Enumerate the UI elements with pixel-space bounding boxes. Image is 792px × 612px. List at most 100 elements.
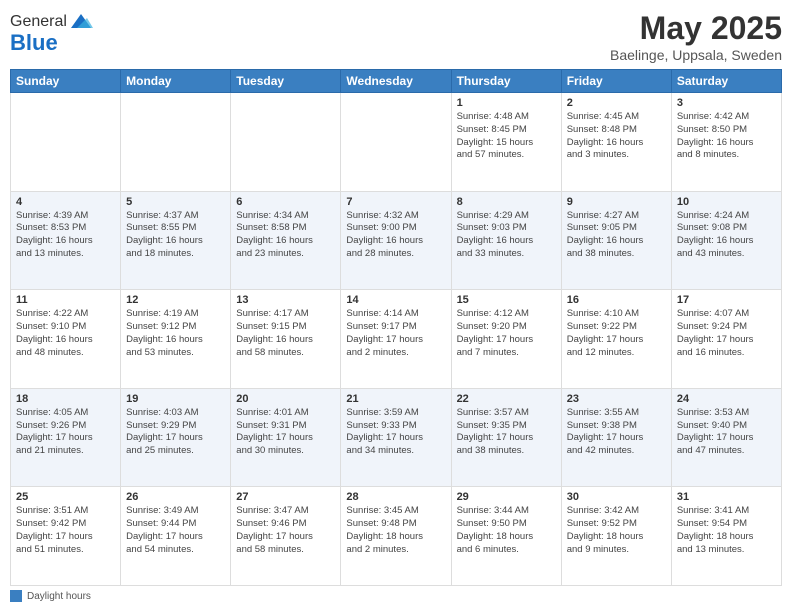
- calendar-cell-w1-d5: 1Sunrise: 4:48 AM Sunset: 8:45 PM Daylig…: [451, 93, 561, 192]
- day-number: 19: [126, 393, 225, 405]
- calendar-cell-w4-d6: 23 Sunrise: 3:55 AM Sunset: 9:38 PM Dayli…: [561, 388, 671, 487]
- calendar-cell-w3-d6: 16 Sunrise: 4:10 AM Sunset: 9:22 PM Dayli…: [561, 290, 671, 389]
- calendar-cell-w4-d1: 18Sunrise: 4:05 AM Sunset: 9:26 PM Dayli…: [11, 388, 121, 487]
- day-number: 1: [457, 97, 556, 109]
- day-number: 25: [16, 491, 115, 503]
- weekday-header-sunday: Sunday: [11, 70, 121, 93]
- calendar-cell-w5-d6: 30 Sunrise: 3:42 AM Sunset: 9:52 PM Dayli…: [561, 487, 671, 586]
- calendar-table: SundayMondayTuesdayWednesdayThursdayFrid…: [10, 69, 782, 586]
- day-info: Sunrise: 4:01 AM Sunset: 9:31 PM Dayligh…: [236, 407, 335, 458]
- calendar-cell-w3-d7: 17 Sunrise: 4:07 AM Sunset: 9:24 PM Dayli…: [671, 290, 781, 389]
- calendar-cell-w2-d3: 6 Sunrise: 4:34 AM Sunset: 8:58 PM Daylig…: [231, 191, 341, 290]
- calendar-cell-w3-d1: 11Sunrise: 4:22 AM Sunset: 9:10 PM Dayli…: [11, 290, 121, 389]
- day-info: Sunrise: 4:45 AM Sunset: 8:48 PM Dayligh…: [567, 111, 666, 162]
- day-number: 10: [677, 196, 776, 208]
- day-info: Sunrise: 4:07 AM Sunset: 9:24 PM Dayligh…: [677, 308, 776, 359]
- week-row-4: 18Sunrise: 4:05 AM Sunset: 9:26 PM Dayli…: [11, 388, 782, 487]
- weekday-header-tuesday: Tuesday: [231, 70, 341, 93]
- day-info: Sunrise: 3:47 AM Sunset: 9:46 PM Dayligh…: [236, 505, 335, 556]
- day-info: Sunrise: 3:55 AM Sunset: 9:38 PM Dayligh…: [567, 407, 666, 458]
- day-number: 20: [236, 393, 335, 405]
- calendar-cell-w1-d7: 3Sunrise: 4:42 AM Sunset: 8:50 PM Daylig…: [671, 93, 781, 192]
- day-number: 22: [457, 393, 556, 405]
- day-number: 23: [567, 393, 666, 405]
- calendar-cell-w5-d3: 27 Sunrise: 3:47 AM Sunset: 9:46 PM Dayli…: [231, 487, 341, 586]
- calendar-cell-w1-d3: [231, 93, 341, 192]
- calendar-cell-w1-d4: [341, 93, 451, 192]
- day-number: 29: [457, 491, 556, 503]
- day-number: 15: [457, 294, 556, 306]
- day-number: 21: [346, 393, 445, 405]
- day-number: 27: [236, 491, 335, 503]
- logo-general-text: General: [10, 13, 67, 31]
- day-info: Sunrise: 4:17 AM Sunset: 9:15 PM Dayligh…: [236, 308, 335, 359]
- day-info: Sunrise: 3:59 AM Sunset: 9:33 PM Dayligh…: [346, 407, 445, 458]
- day-info: Sunrise: 4:34 AM Sunset: 8:58 PM Dayligh…: [236, 210, 335, 261]
- day-info: Sunrise: 3:57 AM Sunset: 9:35 PM Dayligh…: [457, 407, 556, 458]
- day-number: 14: [346, 294, 445, 306]
- day-info: Sunrise: 4:05 AM Sunset: 9:26 PM Dayligh…: [16, 407, 115, 458]
- day-number: 24: [677, 393, 776, 405]
- calendar-cell-w4-d4: 21 Sunrise: 3:59 AM Sunset: 9:33 PM Dayli…: [341, 388, 451, 487]
- day-info: Sunrise: 4:10 AM Sunset: 9:22 PM Dayligh…: [567, 308, 666, 359]
- page-container: General Blue May 2025 Baelinge, Uppsala,…: [0, 0, 792, 612]
- day-info: Sunrise: 4:42 AM Sunset: 8:50 PM Dayligh…: [677, 111, 776, 162]
- calendar-cell-w1-d2: [121, 93, 231, 192]
- day-number: 17: [677, 294, 776, 306]
- legend-label: Daylight hours: [27, 591, 91, 602]
- day-number: 28: [346, 491, 445, 503]
- day-info: Sunrise: 4:19 AM Sunset: 9:12 PM Dayligh…: [126, 308, 225, 359]
- calendar-cell-w5-d7: 31 Sunrise: 3:41 AM Sunset: 9:54 PM Dayli…: [671, 487, 781, 586]
- day-number: 2: [567, 97, 666, 109]
- day-info: Sunrise: 3:42 AM Sunset: 9:52 PM Dayligh…: [567, 505, 666, 556]
- day-info: Sunrise: 4:24 AM Sunset: 9:08 PM Dayligh…: [677, 210, 776, 261]
- legend-box: [10, 590, 22, 602]
- calendar-cell-w1-d6: 2 Sunrise: 4:45 AM Sunset: 8:48 PM Daylig…: [561, 93, 671, 192]
- weekday-header-monday: Monday: [121, 70, 231, 93]
- weekday-header-row: SundayMondayTuesdayWednesdayThursdayFrid…: [11, 70, 782, 93]
- calendar-cell-w2-d7: 10 Sunrise: 4:24 AM Sunset: 9:08 PM Dayli…: [671, 191, 781, 290]
- day-number: 9: [567, 196, 666, 208]
- day-number: 5: [126, 196, 225, 208]
- day-info: Sunrise: 3:45 AM Sunset: 9:48 PM Dayligh…: [346, 505, 445, 556]
- weekday-header-wednesday: Wednesday: [341, 70, 451, 93]
- day-number: 26: [126, 491, 225, 503]
- title-block: May 2025 Baelinge, Uppsala, Sweden: [610, 10, 782, 63]
- calendar-cell-w3-d5: 15Sunrise: 4:12 AM Sunset: 9:20 PM Dayli…: [451, 290, 561, 389]
- day-info: Sunrise: 4:14 AM Sunset: 9:17 PM Dayligh…: [346, 308, 445, 359]
- legend: Daylight hours: [10, 590, 782, 602]
- calendar-cell-w5-d4: 28 Sunrise: 3:45 AM Sunset: 9:48 PM Dayli…: [341, 487, 451, 586]
- day-info: Sunrise: 3:49 AM Sunset: 9:44 PM Dayligh…: [126, 505, 225, 556]
- day-info: Sunrise: 4:37 AM Sunset: 8:55 PM Dayligh…: [126, 210, 225, 261]
- calendar-cell-w2-d4: 7Sunrise: 4:32 AM Sunset: 9:00 PM Daylig…: [341, 191, 451, 290]
- week-row-3: 11Sunrise: 4:22 AM Sunset: 9:10 PM Dayli…: [11, 290, 782, 389]
- day-number: 30: [567, 491, 666, 503]
- day-number: 13: [236, 294, 335, 306]
- calendar-cell-w2-d2: 5 Sunrise: 4:37 AM Sunset: 8:55 PM Daylig…: [121, 191, 231, 290]
- calendar-cell-w4-d3: 20 Sunrise: 4:01 AM Sunset: 9:31 PM Dayli…: [231, 388, 341, 487]
- calendar-cell-w1-d1: [11, 93, 121, 192]
- week-row-2: 4Sunrise: 4:39 AM Sunset: 8:53 PM Daylig…: [11, 191, 782, 290]
- calendar-cell-w5-d5: 29Sunrise: 3:44 AM Sunset: 9:50 PM Dayli…: [451, 487, 561, 586]
- day-number: 31: [677, 491, 776, 503]
- day-info: Sunrise: 3:51 AM Sunset: 9:42 PM Dayligh…: [16, 505, 115, 556]
- calendar-cell-w2-d1: 4Sunrise: 4:39 AM Sunset: 8:53 PM Daylig…: [11, 191, 121, 290]
- weekday-header-saturday: Saturday: [671, 70, 781, 93]
- location: Baelinge, Uppsala, Sweden: [610, 47, 782, 63]
- weekday-header-thursday: Thursday: [451, 70, 561, 93]
- calendar-cell-w4-d5: 22 Sunrise: 3:57 AM Sunset: 9:35 PM Dayli…: [451, 388, 561, 487]
- calendar-cell-w3-d2: 12 Sunrise: 4:19 AM Sunset: 9:12 PM Dayli…: [121, 290, 231, 389]
- day-info: Sunrise: 4:03 AM Sunset: 9:29 PM Dayligh…: [126, 407, 225, 458]
- day-number: 16: [567, 294, 666, 306]
- day-number: 6: [236, 196, 335, 208]
- day-info: Sunrise: 3:53 AM Sunset: 9:40 PM Dayligh…: [677, 407, 776, 458]
- logo-icon: [69, 10, 93, 34]
- day-info: Sunrise: 3:41 AM Sunset: 9:54 PM Dayligh…: [677, 505, 776, 556]
- header: General Blue May 2025 Baelinge, Uppsala,…: [10, 10, 782, 63]
- day-info: Sunrise: 4:22 AM Sunset: 9:10 PM Dayligh…: [16, 308, 115, 359]
- month-title: May 2025: [610, 10, 782, 47]
- day-number: 8: [457, 196, 556, 208]
- weekday-header-friday: Friday: [561, 70, 671, 93]
- calendar-cell-w2-d5: 8Sunrise: 4:29 AM Sunset: 9:03 PM Daylig…: [451, 191, 561, 290]
- day-number: 12: [126, 294, 225, 306]
